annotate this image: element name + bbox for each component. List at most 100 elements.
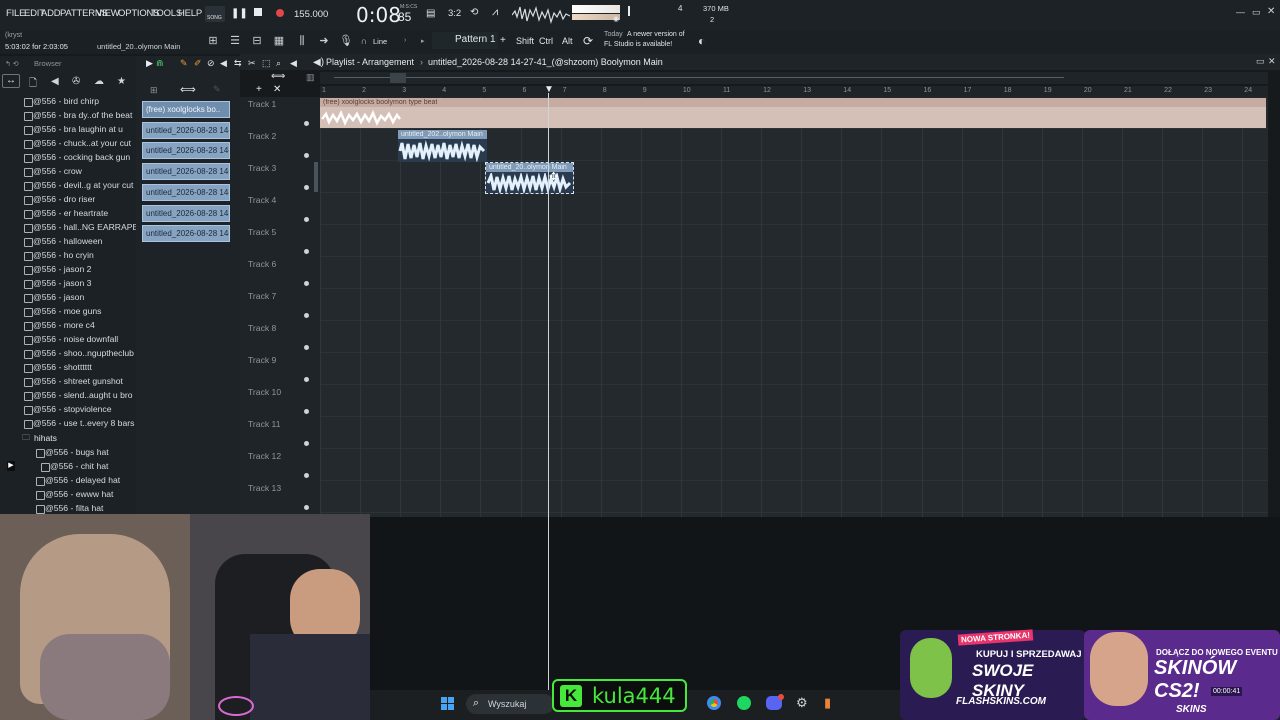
track-row[interactable] <box>320 257 1268 289</box>
paint-tool-icon[interactable]: ✐ <box>194 58 202 69</box>
track-row[interactable] <box>320 289 1268 321</box>
menu-add[interactable]: ADD <box>41 8 61 19</box>
track-label[interactable]: Track 7 <box>248 291 276 301</box>
picker-clip[interactable]: (free) xoolglocks bo.. <box>142 101 230 118</box>
browser-item[interactable]: @556 - use t..every 8 bars <box>23 417 134 430</box>
browser-item[interactable]: @556 - chuck..at your cut <box>23 137 131 150</box>
track-row[interactable] <box>320 193 1268 225</box>
browser-item[interactable]: @556 - shtreet gunshot <box>24 375 123 388</box>
stop-icon[interactable] <box>254 8 262 16</box>
scroll-arrows-icon[interactable]: ⟺ <box>271 71 285 82</box>
snap-arrow-icon[interactable]: › <box>404 37 406 44</box>
track-mute-button[interactable] <box>304 153 309 158</box>
track-mute-button[interactable] <box>304 281 309 286</box>
pat-song-toggle[interactable]: SONG <box>205 6 225 22</box>
wait-icon[interactable]: ⟲ <box>470 7 478 18</box>
track-row[interactable] <box>320 161 1268 193</box>
browser-item[interactable]: @556 - bra laughin at u <box>24 123 123 136</box>
browser-item[interactable]: @556 - cocking back gun <box>23 151 130 164</box>
browser-file-icon[interactable]: 🗋 <box>29 76 37 93</box>
browser-item[interactable]: @556 - bird chirp <box>23 95 99 108</box>
track-label[interactable]: Track 3 <box>248 163 276 173</box>
track-mute-button[interactable] <box>304 313 309 318</box>
close-icon[interactable]: ✕ <box>1267 6 1275 17</box>
record-icon[interactable] <box>276 9 284 17</box>
playback-tool-icon[interactable]: ◀ <box>290 58 297 69</box>
browser-sub-item[interactable]: @556 - delayed hat <box>35 474 120 487</box>
track-row[interactable] <box>320 481 1268 513</box>
g4skins-ad[interactable]: DOŁĄCZ DO NOWEGO EVENTU SKINÓW CS2! 00:0… <box>1084 630 1280 720</box>
track-label[interactable]: Track 10 <box>248 387 281 397</box>
browser-item[interactable]: @556 - shoo..nguptheclub <box>24 347 134 360</box>
piano-roll-icon[interactable]: ⊟ <box>250 34 264 48</box>
menu-view[interactable]: VIEW <box>96 8 120 19</box>
track-label[interactable]: Track 13 <box>248 483 281 493</box>
browser-item[interactable]: @556 - crow <box>24 165 82 178</box>
alt-key[interactable]: Alt <box>562 36 573 46</box>
browser-sub-item[interactable]: @556 - ewww hat <box>35 488 113 501</box>
track-label[interactable]: Track 4 <box>248 195 276 205</box>
track-label[interactable]: Track 2 <box>248 131 276 141</box>
browser-item[interactable]: @556 - slend..aught u bro <box>24 389 133 402</box>
playlist-close-icon[interactable]: ✕ <box>1268 56 1276 67</box>
chrome-icon[interactable] <box>707 696 721 710</box>
add-pattern-icon[interactable]: + <box>500 35 506 46</box>
track-row[interactable] <box>320 417 1268 449</box>
picker-mode-icon[interactable]: ⊞ <box>150 85 158 96</box>
browser-item[interactable]: @556 - jason 2 <box>23 263 91 276</box>
maximize-icon[interactable]: ▭ <box>1252 7 1261 18</box>
pause-icon[interactable]: ❚❚ <box>231 8 248 19</box>
browser-item[interactable]: @556 - stopviolence <box>23 403 111 416</box>
audio-clip-track1[interactable]: (free) xoolglocks boolymon type beat <box>320 98 1266 128</box>
browser-item[interactable]: @556 - bra dy..of the beat <box>23 109 132 122</box>
picker-clip[interactable]: untitled_2026-08-28 14- <box>142 225 230 243</box>
slice-tool-icon[interactable]: ✂ <box>248 58 256 69</box>
arrow-right-icon[interactable]: ➜ <box>317 34 331 48</box>
playlist-minimize-icon[interactable]: ▭ <box>1256 56 1265 67</box>
time-display[interactable]: 0:08 <box>356 3 401 27</box>
menu-help[interactable]: HELP <box>178 8 202 19</box>
track-label[interactable]: Track 1 <box>248 99 276 109</box>
browser-sub-item[interactable]: @556 - bugs hat <box>36 446 109 459</box>
master-volume-knob[interactable]: ◉ <box>613 15 619 23</box>
browser-sub-item[interactable]: @556 - chit hat <box>40 460 108 473</box>
track-row[interactable] <box>320 225 1268 257</box>
windows-start-icon[interactable] <box>441 697 455 711</box>
track-row[interactable] <box>320 385 1268 417</box>
typing-keyboard-icon[interactable]: ▤ <box>426 8 435 19</box>
delete-tool-icon[interactable]: ⊘ <box>207 58 215 69</box>
track-label[interactable]: Track 11 <box>248 419 280 429</box>
picker-play-icon[interactable]: ▶ <box>146 58 153 69</box>
microphone-icon[interactable]: 🎙 <box>339 34 353 48</box>
track-row[interactable] <box>320 353 1268 385</box>
browser-plugin-icon[interactable]: ✇ <box>72 76 80 87</box>
browser-item[interactable]: @556 - devil..g at your cut <box>23 179 133 192</box>
remove-track-icon[interactable]: ✕ <box>273 84 281 95</box>
track-mute-button[interactable] <box>304 377 309 382</box>
track-mute-button[interactable] <box>304 345 309 350</box>
playlist-icon[interactable]: ▦ <box>272 34 286 48</box>
browser-item[interactable]: @556 - hall..NG EARRAPE) <box>23 221 141 234</box>
track-mute-button[interactable] <box>304 217 309 222</box>
browser-item[interactable]: @556 - ho cryin <box>24 249 94 262</box>
settings-gear-icon[interactable]: ⚙ <box>796 695 808 711</box>
draw-tool-icon[interactable]: ✎ <box>180 58 188 69</box>
channel-rack-icon[interactable]: ☰ <box>228 34 242 48</box>
pattern-prev-icon[interactable]: ▸ <box>421 37 425 45</box>
track-label[interactable]: Track 8 <box>248 323 276 333</box>
mixer-icon[interactable]: ⫼ <box>295 34 309 48</box>
picker-snap-icon[interactable]: ⋒ <box>156 58 164 69</box>
track-mute-button[interactable] <box>304 121 309 126</box>
browser-item[interactable]: @556 - noise downfall <box>23 333 118 346</box>
picker-clip[interactable]: untitled_2026-08-28 14- <box>142 142 230 160</box>
track-label[interactable]: Track 5 <box>248 227 276 237</box>
minimize-icon[interactable]: — <box>1236 7 1245 17</box>
browser-item[interactable]: @556 - halloween <box>23 235 102 248</box>
flashskins-ad[interactable]: NOWA STRONKA! KUPUJ I SPRZEDAWAJ SWOJE S… <box>900 629 1086 720</box>
track-row[interactable] <box>320 449 1268 481</box>
play-preview-icon[interactable]: ▶ <box>7 461 15 471</box>
playlist-menu-icon[interactable]: ◀) <box>313 57 324 68</box>
browser-star-icon[interactable]: ★ <box>117 76 126 87</box>
picker-arrows-icon[interactable]: ⟺ <box>180 83 196 96</box>
slip-tool-icon[interactable]: ⇆ <box>234 58 242 69</box>
